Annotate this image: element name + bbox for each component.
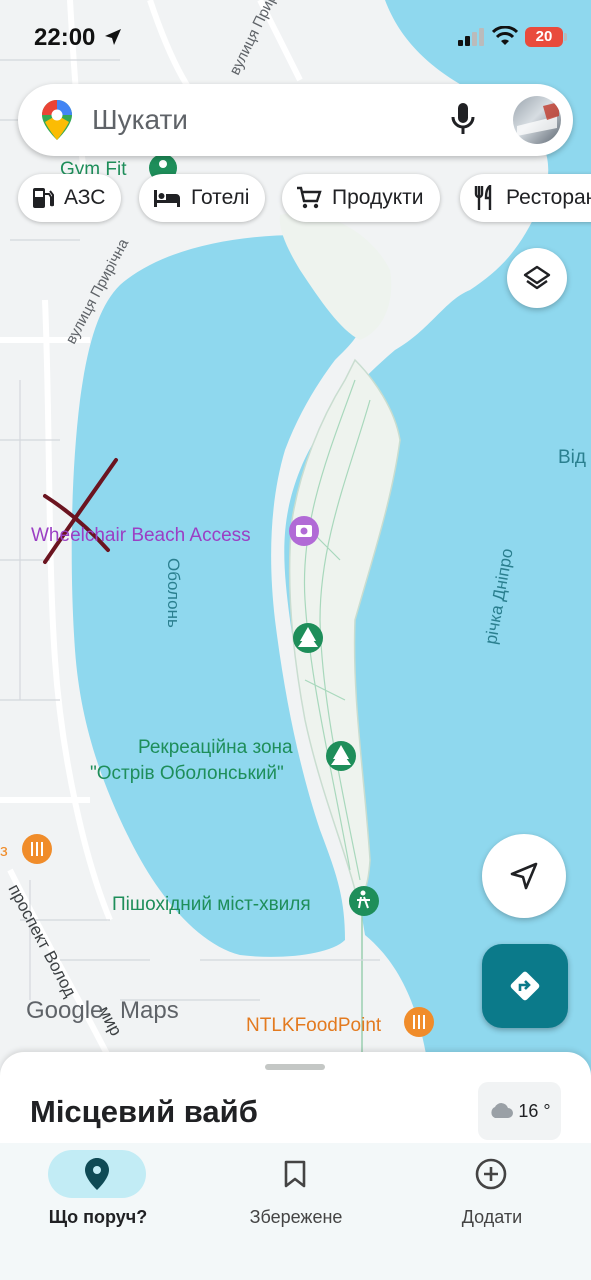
layers-icon: [523, 265, 551, 290]
recreation-label-2[interactable]: "Острів Оболонський": [90, 763, 284, 784]
nav-explore[interactable]: Що поруч?: [8, 1143, 188, 1280]
nav-label-explore: Що поруч?: [48, 1207, 148, 1227]
nav-explore-icon-wrap: [48, 1150, 146, 1198]
recreation-label-1[interactable]: Рекреаційна зона: [138, 737, 293, 758]
status-bar: 22:00 20: [0, 0, 591, 70]
food-point-label[interactable]: NTLKFoodPoint: [246, 1015, 382, 1036]
search-bar[interactable]: Шукати: [18, 84, 573, 156]
bookmark-icon: [284, 1160, 306, 1188]
chip-label: АЗС: [64, 186, 106, 209]
weather-badge[interactable]: 16 °: [478, 1082, 561, 1140]
camera-poi-icon[interactable]: [289, 516, 319, 546]
nav-label-saved: Збережене: [249, 1207, 343, 1227]
bottom-sheet[interactable]: Місцевий вайб 16 °: [0, 1052, 591, 1152]
chip-groceries[interactable]: Продукти: [282, 174, 440, 222]
avatar-image-icon: [517, 102, 559, 136]
google-maps-pin-icon: [42, 100, 72, 140]
vid-label: Від: [558, 447, 586, 468]
bridge-label[interactable]: Пішохідний міст-хвиля: [112, 894, 311, 915]
chip-gas-station[interactable]: АЗС: [18, 174, 122, 222]
restaurant-pin-icon-right[interactable]: [404, 1007, 434, 1037]
status-time: 22:00: [34, 24, 96, 51]
edge-z-label: з: [0, 841, 8, 860]
chip-label: Готелі: [191, 186, 250, 209]
sheet-title: Місцевий вайб: [30, 1094, 258, 1129]
nav-contribute-icon-wrap: [442, 1150, 540, 1198]
my-location-button[interactable]: [482, 834, 566, 918]
wifi-icon: [492, 26, 518, 45]
chip-hotels[interactable]: Готелі: [139, 174, 266, 222]
battery-tip: [564, 33, 567, 41]
map-canvas[interactable]: Gym Fit вулиця Прирі вулиця Прирічна Whe…: [0, 0, 591, 1080]
nav-label-contribute: Додати: [461, 1207, 523, 1227]
nav-saved[interactable]: Збережене: [206, 1143, 386, 1280]
add-circle-icon: [475, 1158, 507, 1190]
directions-button[interactable]: [482, 944, 568, 1028]
shopping-cart-icon: [297, 186, 322, 209]
google-logo-google: Google: [26, 997, 103, 1024]
chip-restaurants[interactable]: Ресторани: [460, 174, 591, 222]
hotel-bed-icon: [154, 190, 180, 207]
sheet-drag-handle[interactable]: [265, 1064, 325, 1070]
avatar[interactable]: [513, 96, 561, 144]
microphone-icon[interactable]: [450, 102, 476, 136]
battery-indicator: 20: [525, 27, 563, 47]
chip-label: Продукти: [332, 186, 424, 209]
search-input[interactable]: Шукати: [92, 104, 188, 136]
cloud-icon: [491, 1103, 514, 1118]
wheelchair-beach-label[interactable]: Wheelchair Beach Access: [31, 525, 251, 546]
bottom-nav: Що поруч? Збережене Додати: [0, 1143, 591, 1280]
recreation-tree-icon[interactable]: [326, 741, 356, 771]
category-chips: АЗС Готелі Продукти Ресторани: [0, 174, 591, 224]
location-arrow-icon: [105, 29, 121, 45]
directions-icon: [510, 971, 540, 1001]
location-pin-icon: [85, 1158, 109, 1190]
weather-temp: 16 °: [518, 1100, 551, 1121]
navigation-arrow-icon: [510, 862, 538, 890]
obolon-label: Оболонь: [164, 558, 183, 628]
restaurant-icon: [474, 185, 492, 210]
hiking-icon[interactable]: [349, 886, 379, 916]
google-logo-maps: Maps: [120, 997, 179, 1024]
gas-station-icon: [33, 188, 54, 208]
park-tree-icon[interactable]: [293, 623, 323, 653]
layers-button[interactable]: [507, 248, 567, 308]
cell-signal-icon: [458, 28, 484, 46]
nav-saved-icon-wrap: [246, 1150, 344, 1198]
chip-label: Ресторани: [506, 186, 591, 209]
restaurant-pin-icon-left[interactable]: [22, 834, 52, 864]
nav-contribute[interactable]: Додати: [402, 1143, 582, 1280]
